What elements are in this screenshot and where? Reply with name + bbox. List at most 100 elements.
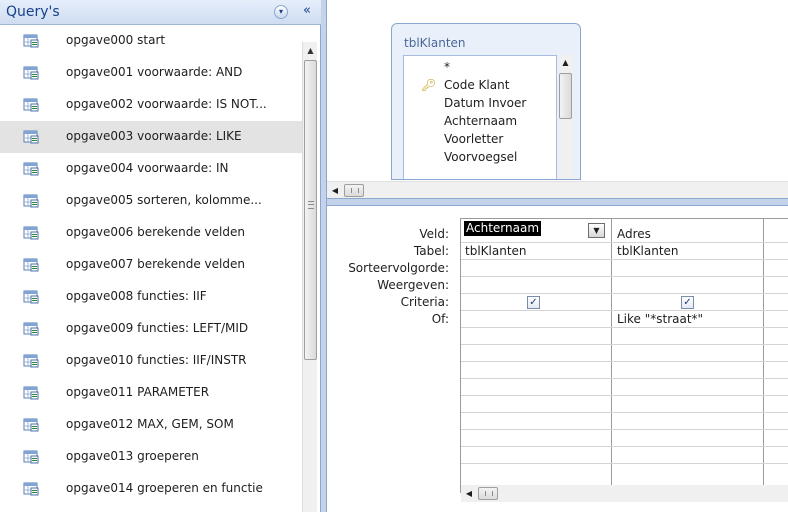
query-list-item-label: opgave008 functies: IIF (66, 289, 207, 303)
query-list-item-label: opgave012 MAX, GEM, SOM (66, 417, 234, 431)
query-list-item[interactable]: opgave003 voorwaarde: LIKE (0, 121, 302, 153)
query-design-grid-pane: Veld: Tabel: Sorteervolgorde: Weergeven:… (327, 206, 788, 512)
query-list-item[interactable]: opgave011 PARAMETER (0, 377, 302, 409)
field-item[interactable]: Voorvoegsel (444, 150, 517, 164)
scroll-up-icon[interactable]: ▲ (303, 44, 318, 58)
nav-pane-header[interactable]: Query's ▾ « (0, 0, 321, 25)
scroll-left-icon[interactable]: ◀ (463, 487, 475, 500)
field-item[interactable]: * (444, 60, 450, 74)
row-label-weergeven: Weergeven: (377, 278, 449, 292)
navigation-pane: Query's ▾ « opgave000 start opgave001 voo… (0, 0, 321, 512)
row-divider (461, 259, 788, 260)
query-list-item-label: opgave003 voorwaarde: LIKE (66, 129, 242, 143)
field-item[interactable]: Voorletter (444, 132, 503, 146)
row-divider (461, 395, 788, 396)
row-divider (461, 463, 788, 464)
row-divider (461, 242, 788, 243)
chevron-down-icon[interactable]: ▼ (588, 223, 605, 238)
query-icon (23, 480, 39, 496)
table-field-list[interactable]: tblKlanten 🔑︎ * Code Klant Datum Invoer … (391, 23, 581, 180)
row-divider (461, 429, 788, 430)
query-icon (23, 32, 39, 48)
query-icon (23, 224, 39, 240)
query-icon (23, 160, 39, 176)
nav-pane-title: Query's (6, 4, 60, 20)
query-icon (23, 128, 39, 144)
query-list-item-label: opgave007 berekende velden (66, 257, 245, 271)
query-list-item[interactable]: opgave012 MAX, GEM, SOM (0, 409, 302, 441)
pane-divider[interactable] (327, 198, 788, 206)
query-icon (23, 352, 39, 368)
row-divider (461, 276, 788, 277)
row-divider (461, 361, 788, 362)
field-item[interactable]: Achternaam (444, 114, 517, 128)
query-icon (23, 288, 39, 304)
row-label-criteria: Criteria: (400, 295, 449, 309)
table-cell-col2[interactable]: tblKlanten (617, 244, 679, 258)
diagram-horizontal-scrollbar[interactable]: ◀ (327, 181, 788, 198)
row-label-tabel: Tabel: (413, 244, 449, 258)
query-list-item[interactable]: opgave001 voorwaarde: AND (0, 57, 302, 89)
row-divider (461, 293, 788, 294)
show-checkbox-col2[interactable]: ✓ (681, 296, 694, 309)
row-label-sorteervolgorde: Sorteervolgorde: (348, 261, 449, 275)
query-icon (23, 320, 39, 336)
row-divider (461, 344, 788, 345)
query-list-item[interactable]: opgave007 berekende velden (0, 249, 302, 281)
query-list-item-label: opgave006 berekende velden (66, 225, 245, 239)
query-list-item[interactable]: opgave014 groeperen en functie (0, 473, 302, 505)
query-list-item-label: opgave009 functies: LEFT/MID (66, 321, 249, 335)
criteria-cell-col2[interactable]: Like "*straat*" (617, 312, 703, 326)
query-list-item[interactable]: opgave002 voorwaarde: IS NOT... (0, 89, 302, 121)
query-list-item-label: opgave000 start (66, 33, 166, 47)
query-icon (23, 96, 39, 112)
show-checkbox-col1[interactable]: ✓ (527, 296, 540, 309)
design-grid: Achternaam ▼ tblKlanten ✓ Adres tblKlant… (460, 218, 788, 502)
key-icon: 🔑︎ (421, 78, 437, 92)
row-divider (461, 327, 788, 328)
query-list: opgave000 start opgave001 voorwaarde: AND… (0, 25, 302, 512)
scroll-left-icon[interactable]: ◀ (329, 184, 341, 197)
scrollbar-thumb[interactable] (559, 73, 572, 119)
query-list-item-label: opgave013 groeperen (66, 449, 199, 463)
collapse-pane-icon[interactable]: « (298, 4, 316, 20)
query-list-item[interactable]: opgave006 berekende velden (0, 217, 302, 249)
query-list-item[interactable]: opgave010 functies: IIF/INSTR (0, 345, 302, 377)
query-list-item[interactable]: opgave009 functies: LEFT/MID (0, 313, 302, 345)
query-list-item-label: opgave004 voorwaarde: IN (66, 161, 229, 175)
row-divider (461, 310, 788, 311)
field-item[interactable]: Datum Invoer (444, 96, 526, 110)
field-list: 🔑︎ * Code Klant Datum Invoer Achternaam … (403, 55, 557, 179)
scroll-up-icon[interactable]: ▲ (558, 58, 573, 67)
query-icon (23, 64, 39, 80)
scrollbar-thumb[interactable] (478, 487, 498, 500)
grid-horizontal-scrollbar[interactable]: ◀ (461, 485, 788, 502)
query-icon (23, 416, 39, 432)
query-list-item-label: opgave010 functies: IIF/INSTR (66, 353, 247, 367)
query-list-item[interactable]: opgave004 voorwaarde: IN (0, 153, 302, 185)
query-list-item[interactable]: opgave008 functies: IIF (0, 281, 302, 313)
query-list-item[interactable]: opgave005 sorteren, kolomme... (0, 185, 302, 217)
row-label-veld: Veld: (419, 227, 449, 241)
query-icon (23, 384, 39, 400)
field-cell-col2[interactable]: Adres (617, 227, 651, 241)
query-list-item-label: opgave001 voorwaarde: AND (66, 65, 243, 79)
row-divider (461, 412, 788, 413)
query-list-item-label: opgave005 sorteren, kolomme... (66, 193, 262, 207)
table-cell-col1[interactable]: tblKlanten (465, 244, 527, 258)
query-list-item-label: opgave011 PARAMETER (66, 385, 210, 399)
scrollbar-thumb[interactable] (344, 184, 364, 197)
field-list-scrollbar[interactable]: ▲ (558, 55, 573, 179)
query-icon (23, 448, 39, 464)
field-item[interactable]: Code Klant (444, 78, 509, 92)
query-list-item[interactable]: opgave000 start (0, 25, 302, 57)
table-diagram-pane: tblKlanten 🔑︎ * Code Klant Datum Invoer … (327, 0, 788, 200)
table-title: tblKlanten (404, 36, 466, 50)
chevron-down-icon[interactable]: ▾ (274, 5, 288, 19)
query-list-item[interactable]: opgave013 groeperen (0, 441, 302, 473)
query-icon (23, 192, 39, 208)
query-list-item-label: opgave002 voorwaarde: IS NOT... (66, 97, 267, 111)
nav-scrollbar[interactable]: ▲ (302, 42, 317, 512)
field-cell-col1[interactable]: Achternaam (464, 221, 542, 236)
scrollbar-thumb[interactable] (304, 60, 317, 360)
